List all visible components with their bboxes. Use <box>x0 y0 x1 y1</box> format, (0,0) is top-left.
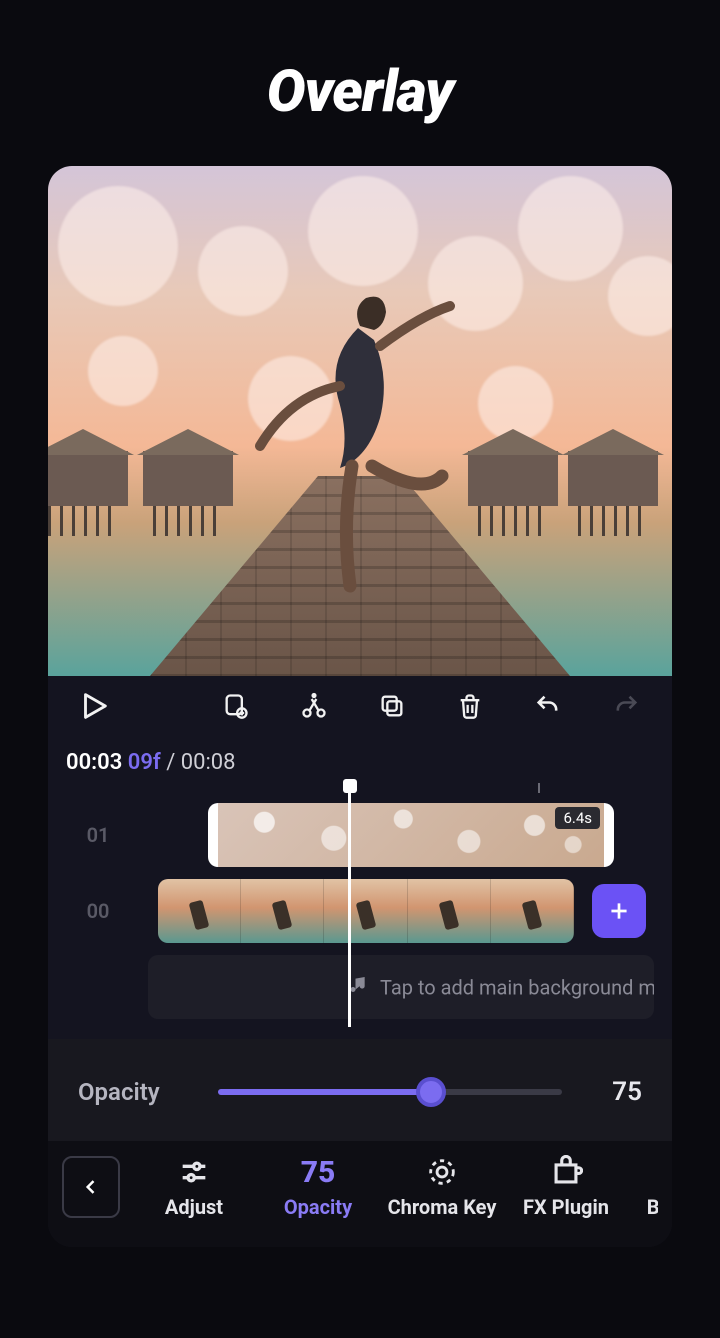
audio-track-row: Tap to add main background m <box>48 955 672 1019</box>
opacity-slider[interactable] <box>218 1089 562 1095</box>
add-clip-button[interactable] <box>592 884 646 938</box>
clip-duration-badge: 6.4s <box>555 807 600 829</box>
opacity-value-icon: 75 <box>301 1155 335 1189</box>
tab-chroma-key[interactable]: Chroma Key <box>392 1155 492 1219</box>
current-frames: 09f <box>128 750 161 775</box>
preview-toolbar <box>48 676 672 740</box>
tab-adjust[interactable]: Adjust <box>144 1155 244 1219</box>
audio-hint-text: Tap to add main background m <box>380 975 654 999</box>
trash-icon[interactable] <box>452 688 488 724</box>
bottom-tab-bar: Adjust 75 Opacity Chroma Key <box>48 1141 672 1247</box>
tab-label: Chroma Key <box>388 1195 497 1219</box>
opacity-slider-fill <box>218 1089 431 1095</box>
overlay-track-row: 01 6.4s <box>48 803 672 867</box>
opacity-value: 75 <box>592 1077 642 1107</box>
duplicate-icon[interactable] <box>374 688 410 724</box>
track-label-video: 00 <box>48 899 148 923</box>
page-title: Overlay <box>0 58 720 126</box>
timeline-ruler[interactable] <box>48 783 672 797</box>
clip-handle-left[interactable] <box>211 824 215 846</box>
chroma-key-icon <box>425 1155 459 1189</box>
timeline[interactable]: 01 6.4s 00 <box>48 783 672 1039</box>
opacity-slider-thumb[interactable] <box>416 1077 446 1107</box>
opacity-label: Opacity <box>78 1078 188 1106</box>
sliders-icon <box>177 1155 211 1189</box>
editor-container: 00:03 09f / 00:08 01 6.4s 00 <box>48 166 672 1247</box>
play-button[interactable] <box>76 688 112 724</box>
tab-blending[interactable]: Blendi <box>640 1155 658 1219</box>
video-clip[interactable] <box>158 879 574 943</box>
back-button[interactable] <box>62 1156 120 1218</box>
video-track-row: 00 <box>48 879 672 943</box>
tab-label: Opacity <box>284 1195 352 1219</box>
split-icon[interactable] <box>296 688 332 724</box>
time-readout: 00:03 09f / 00:08 <box>48 740 672 783</box>
tab-label: FX Plugin <box>523 1195 609 1219</box>
tab-label: Blendi <box>647 1195 658 1219</box>
video-preview[interactable] <box>48 166 672 676</box>
track-label-overlay: 01 <box>48 823 148 847</box>
clip-handle-right[interactable] <box>607 824 611 846</box>
total-time: 00:08 <box>181 750 236 775</box>
tab-fx-plugin[interactable]: FX Plugin <box>516 1155 616 1219</box>
opacity-panel: Opacity 75 <box>48 1039 672 1141</box>
plugin-icon <box>549 1155 583 1189</box>
music-note-icon <box>348 975 368 1000</box>
tab-opacity[interactable]: 75 Opacity <box>268 1155 368 1219</box>
redo-icon <box>608 688 644 724</box>
timeline-playhead[interactable] <box>348 783 351 1027</box>
tab-label: Adjust <box>165 1195 223 1219</box>
dancer-figure <box>240 286 480 606</box>
undo-icon[interactable] <box>530 688 566 724</box>
overlay-clip[interactable]: 6.4s <box>208 803 614 867</box>
current-time: 00:03 <box>66 750 122 775</box>
audio-track-empty[interactable]: Tap to add main background m <box>148 955 654 1019</box>
add-keyframe-icon[interactable] <box>218 688 254 724</box>
